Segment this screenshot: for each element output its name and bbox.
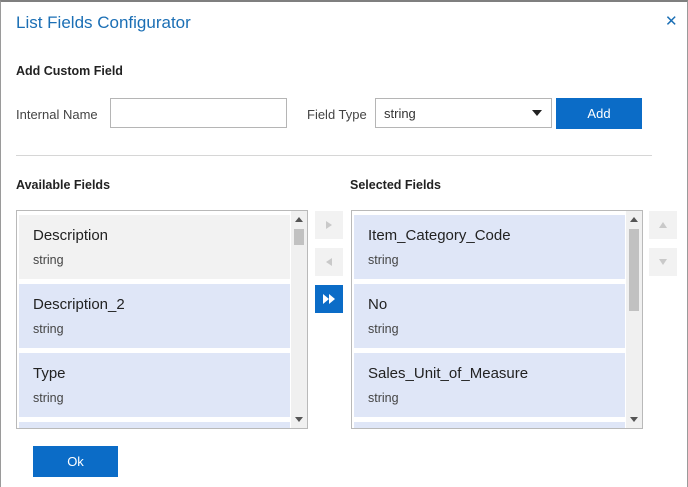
list-item[interactable]: Description string [19, 215, 290, 279]
list-item-partial[interactable] [354, 422, 625, 428]
scroll-down-icon[interactable] [295, 417, 303, 422]
caret-down-icon [532, 110, 542, 116]
field-type-value: string [384, 106, 416, 121]
move-all-right-button[interactable] [315, 285, 343, 313]
field-type: string [33, 322, 64, 336]
chevron-up-icon [659, 222, 667, 228]
close-icon[interactable]: ✕ [665, 12, 678, 30]
field-type: string [368, 322, 399, 336]
list-item[interactable]: Sales_Unit_of_Measure string [354, 353, 625, 417]
chevron-left-icon [326, 258, 332, 266]
scroll-up-icon[interactable] [295, 217, 303, 222]
field-name: Description [33, 227, 109, 244]
available-fields-list[interactable]: Description string Description_2 string … [16, 210, 308, 429]
move-right-button[interactable] [315, 211, 343, 239]
double-chevron-right-icon [323, 294, 335, 304]
selected-fields-list[interactable]: Item_Category_Code string No string Sale… [351, 210, 643, 429]
field-name: Type [33, 365, 66, 382]
field-type-label: Field Type [307, 107, 367, 122]
list-item[interactable]: Description_2 string [19, 284, 290, 348]
list-item[interactable]: No string [354, 284, 625, 348]
field-type-select[interactable]: string [375, 98, 552, 128]
list-item[interactable]: Item_Category_Code string [354, 215, 625, 279]
selected-scrollbar[interactable] [626, 211, 642, 428]
field-name: Item_Category_Code [368, 227, 511, 244]
list-fields-configurator-dialog: List Fields Configurator ✕ Add Custom Fi… [0, 0, 688, 487]
internal-name-label: Internal Name [16, 107, 98, 122]
scroll-up-icon[interactable] [630, 217, 638, 222]
scroll-down-icon[interactable] [630, 417, 638, 422]
field-name: Description_2 [33, 296, 125, 313]
move-up-button[interactable] [649, 211, 677, 239]
field-type: string [33, 253, 64, 267]
internal-name-input[interactable] [110, 98, 287, 128]
scroll-thumb[interactable] [629, 229, 639, 311]
add-button[interactable]: Add [556, 98, 642, 129]
list-item-partial[interactable] [19, 422, 290, 428]
scroll-thumb[interactable] [294, 229, 304, 245]
selected-fields-heading: Selected Fields [350, 178, 442, 192]
move-left-button[interactable] [315, 248, 343, 276]
field-name: Sales_Unit_of_Measure [368, 365, 529, 382]
dialog-title: List Fields Configurator [16, 13, 191, 32]
ok-button[interactable]: Ok [33, 446, 118, 477]
available-fields-heading: Available Fields [16, 178, 111, 192]
field-type: string [368, 391, 399, 405]
field-type: string [368, 253, 399, 267]
move-down-button[interactable] [649, 248, 677, 276]
chevron-down-icon [659, 259, 667, 265]
chevron-right-icon [326, 221, 332, 229]
divider [16, 155, 652, 156]
list-item[interactable]: Type string [19, 353, 290, 417]
available-scrollbar[interactable] [291, 211, 307, 428]
add-custom-field-heading: Add Custom Field [16, 64, 123, 78]
field-type: string [33, 391, 64, 405]
field-name: No [368, 296, 388, 313]
